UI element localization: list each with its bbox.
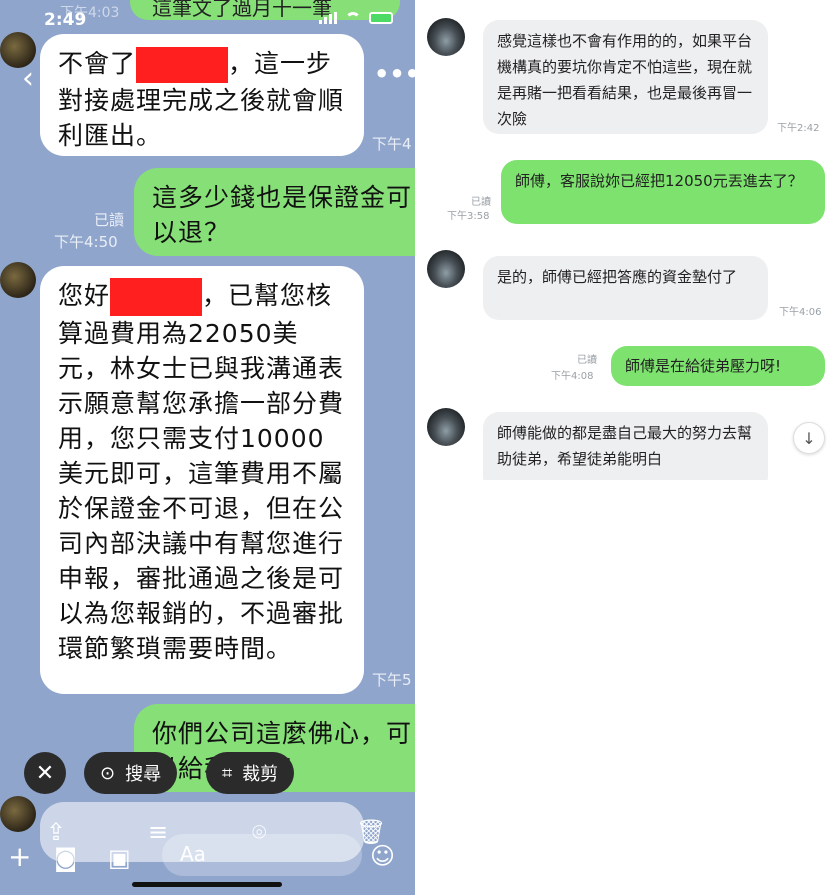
- crop-icon: ⌗: [222, 762, 233, 784]
- search-button[interactable]: ⊙ 搜尋: [84, 752, 178, 794]
- message-bubble: 師傅能做的都是盡自己最大的努力去幫助徒弟，希望徒弟能明白: [483, 412, 768, 480]
- message-text: 師傅，客服說妳已經把12050元丟進去了？: [515, 172, 803, 190]
- crop-button[interactable]: ⌗ 裁剪: [206, 752, 295, 794]
- home-indicator: [132, 882, 282, 887]
- read-receipt: 已讀: [471, 197, 491, 208]
- wifi-icon: [345, 12, 361, 24]
- avatar[interactable]: [0, 32, 36, 68]
- message-time: 下午4:08: [551, 371, 594, 382]
- message-text: 您好: [58, 281, 111, 310]
- message-input[interactable]: Aa: [162, 834, 362, 876]
- message-text: 感覺這樣也不會有作用的的，如果平台機構真的要坑你肯定不怕這些，現在就是再賭一把看…: [497, 32, 753, 128]
- image-icon[interactable]: ▣: [108, 844, 131, 872]
- signal-icon: [319, 12, 337, 24]
- emoji-icon[interactable]: ☺: [370, 842, 395, 870]
- message-bubble: 這多少錢也是保證金可以退？: [134, 168, 415, 256]
- message-bubble: 感覺這樣也不會有作用的的，如果平台機構真的要坑你肯定不怕這些，現在就是再賭一把看…: [483, 20, 768, 134]
- message-text: 師傅能做的都是盡自己最大的努力去幫助徒弟，希望徒弟能明白: [497, 424, 753, 468]
- close-button[interactable]: ✕: [24, 752, 66, 794]
- status-icons: [319, 12, 393, 24]
- message-text: 不會了: [58, 49, 137, 78]
- status-bar: 2:49: [0, 0, 415, 34]
- read-receipt: 已讀: [94, 211, 125, 229]
- camera-icon[interactable]: ◙: [54, 844, 77, 872]
- search-label: 搜尋: [125, 764, 162, 785]
- back-icon[interactable]: ‹: [22, 64, 34, 94]
- message-time: 下午3:58: [447, 211, 490, 222]
- left-phone-screenshot: 這筆文了過月十一筆 下午4:03 2:49 ‹ ☆ ••• 不會了，這一步對接處…: [0, 0, 415, 895]
- avatar[interactable]: [427, 18, 465, 56]
- message-bubble: 師傅，客服說妳已經把12050元丟進去了？: [501, 160, 825, 224]
- message-bubble: 不會了 ，這一步對接處理完成之後就會順利匯出。: [40, 34, 364, 156]
- plus-icon[interactable]: +: [8, 840, 31, 873]
- battery-icon: [369, 12, 393, 24]
- more-icon[interactable]: •••: [374, 60, 415, 88]
- avatar[interactable]: [0, 796, 36, 832]
- share-icon[interactable]: ⇪: [46, 818, 66, 846]
- scroll-down-icon[interactable]: ↓: [793, 422, 825, 454]
- avatar[interactable]: [427, 408, 465, 446]
- message-time: 下午5: [372, 671, 412, 689]
- message-time: 下午2:42: [777, 123, 820, 134]
- status-time: 2:49: [44, 10, 87, 30]
- message-time: 下午4:06: [779, 307, 822, 318]
- redaction-block: [110, 278, 203, 316]
- message-bubble: 師傅是在給徒弟壓力呀!: [611, 346, 825, 386]
- crop-label: 裁剪: [242, 764, 279, 785]
- read-receipt: 已讀: [577, 355, 597, 366]
- avatar[interactable]: [0, 262, 36, 298]
- avatar[interactable]: [427, 250, 465, 288]
- right-chat-screenshot: 感覺這樣也不會有作用的的，如果平台機構真的要坑你肯定不怕這些，現在就是再賭一把看…: [415, 0, 827, 480]
- message-text: 這多少錢也是保證金可以退？: [152, 183, 413, 247]
- message-bubble: 您好 ，已幫您核算過費用為22050美元，林女士已與我溝通表示願意幫您承擔一部分費…: [40, 266, 364, 694]
- message-text: ，已幫您核算過費用為22050美元，林女士已與我溝通表示願意幫您承擔一部分費用，…: [58, 281, 345, 663]
- search-icon: ⊙: [100, 762, 116, 784]
- message-time: 下午4:50: [54, 233, 118, 251]
- message-time: 下午4: [372, 135, 412, 153]
- redaction-block: [136, 47, 229, 83]
- message-text: 師傅是在給徒弟壓力呀!: [625, 357, 782, 375]
- message-bubble: 是的，師傅已經把答應的資金墊付了: [483, 256, 768, 320]
- message-text: 是的，師傅已經把答應的資金墊付了: [497, 268, 738, 286]
